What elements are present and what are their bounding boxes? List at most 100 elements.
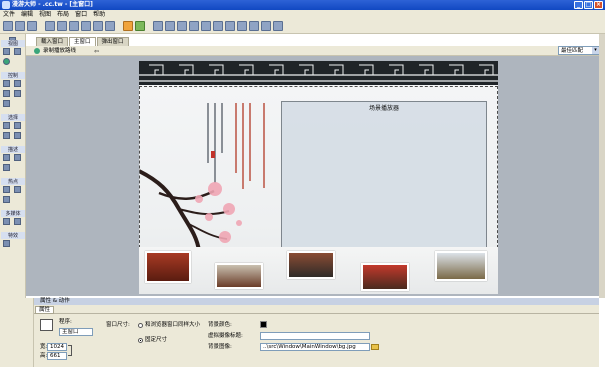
section-select: 选择 [1, 114, 25, 121]
align-right-icon[interactable] [177, 21, 187, 31]
distribute-icon[interactable] [261, 21, 271, 31]
lattice-border [139, 61, 498, 85]
menu-help[interactable]: 帮助 [93, 10, 105, 19]
hotspot-tool-2-icon[interactable] [14, 186, 21, 193]
section-control: 控制 [1, 72, 25, 79]
select-tool-4-icon[interactable] [14, 132, 21, 139]
undo-icon[interactable] [93, 21, 103, 31]
menu-bar: 文件 编辑 视图 布局 窗口 帮助 [0, 10, 605, 19]
thumbnail-photo[interactable] [435, 251, 487, 281]
window-title: 漫游大师 - .cc.tw - [主窗口] [12, 1, 93, 8]
fixed-size-label: 固定尺寸 [145, 337, 168, 343]
menu-edit[interactable]: 编辑 [21, 10, 33, 19]
copy-icon[interactable] [57, 21, 67, 31]
control-tool-icon[interactable] [3, 80, 10, 87]
menu-layout[interactable]: 布局 [57, 10, 69, 19]
hotspot-tool-3-icon[interactable] [3, 196, 10, 203]
new-icon[interactable] [3, 21, 13, 31]
hotspot-tool-icon[interactable] [3, 186, 10, 193]
text-tool-icon[interactable] [3, 154, 10, 161]
tab-properties[interactable]: 属性 [35, 306, 55, 314]
section-effects: 特效 [1, 232, 25, 239]
open-icon[interactable] [15, 21, 25, 31]
redo-icon[interactable] [105, 21, 115, 31]
save-icon[interactable] [27, 21, 37, 31]
maximize-button[interactable]: □ [584, 1, 593, 9]
width-field[interactable]: 1024 [47, 343, 67, 351]
align-middle-icon[interactable] [201, 21, 211, 31]
control-tool-2-icon[interactable] [14, 80, 21, 87]
align-top-icon[interactable] [189, 21, 199, 31]
fit-mode-select[interactable]: 最佳匹配 ▾ [558, 46, 600, 55]
properties-tabbar: 属性 [34, 305, 599, 314]
bg-image-label: 背景图像: [208, 344, 232, 350]
radio-fixed-size[interactable] [138, 338, 143, 343]
stage-window[interactable]: 场景播放器 [139, 61, 498, 294]
thumbnail-photo[interactable] [287, 251, 335, 279]
folder-icon[interactable] [371, 344, 379, 350]
publish-icon[interactable] [135, 21, 145, 31]
record-path-label[interactable]: 录制播放路线 [43, 46, 76, 56]
sub-toolbar: 录制播放路线 ⇦ [26, 46, 605, 56]
tab-main-window[interactable]: 主窗口 [69, 37, 96, 46]
window-name-field[interactable]: 主窗口 [59, 328, 93, 336]
bg-image-path-field[interactable]: ..\src\Window\MainWindow\bg.jpg [260, 343, 370, 351]
media-tool-icon[interactable] [3, 218, 10, 225]
same-width-icon[interactable] [225, 21, 235, 31]
view-tool-icon[interactable] [3, 48, 10, 55]
preview-icon[interactable] [123, 21, 133, 31]
thumbnail-photo[interactable] [361, 263, 409, 291]
control-tool-4-icon[interactable] [14, 90, 21, 97]
thumbnail-photo[interactable] [145, 251, 191, 283]
virtual-camera-field[interactable] [260, 332, 370, 340]
media-tool-2-icon[interactable] [14, 218, 21, 225]
align-bottom-icon[interactable] [213, 21, 223, 31]
delete-icon[interactable] [81, 21, 91, 31]
vertical-scrollbar[interactable] [599, 34, 605, 298]
view-tool-2-icon[interactable] [14, 48, 21, 55]
virtual-camera-label: 虚拟摄像标题: [208, 333, 243, 339]
menu-file[interactable]: 文件 [3, 10, 15, 19]
image-tool-icon[interactable] [14, 154, 21, 161]
main-toolbar [0, 19, 605, 34]
link-aspect-icon[interactable] [68, 345, 72, 356]
section-view: 视图 [1, 40, 25, 47]
stage-guide [139, 86, 498, 248]
fit-mode-value: 最佳匹配 [561, 48, 584, 54]
same-size-icon[interactable] [249, 21, 259, 31]
cut-icon[interactable] [45, 21, 55, 31]
thumbnail-photo[interactable] [215, 263, 263, 289]
title-bar: 漫游大师 - .cc.tw - [主窗口] _ □ × [0, 0, 605, 10]
describe-tool-3-icon[interactable] [3, 164, 10, 171]
properties-header-label: 属性 & 动作 [40, 298, 70, 304]
control-tool-5-icon[interactable] [3, 100, 10, 107]
grid-icon[interactable] [273, 21, 283, 31]
height-field[interactable]: 661 [47, 352, 67, 360]
record-icon[interactable] [34, 48, 40, 54]
bg-color-swatch[interactable] [260, 321, 267, 328]
radio-browser-size[interactable] [138, 323, 143, 328]
program-label: 程序: [59, 319, 72, 325]
globe-icon[interactable] [3, 58, 10, 65]
menu-view[interactable]: 视图 [39, 10, 51, 19]
chevron-down-icon[interactable]: ▾ [592, 47, 599, 54]
effect-tool-icon[interactable] [3, 240, 10, 247]
window-tabs: 载入窗口 主窗口 弹出窗口 [26, 37, 129, 46]
tab-load-window[interactable]: 载入窗口 [36, 37, 69, 46]
tab-popup-window[interactable]: 弹出窗口 [96, 37, 129, 46]
align-center-icon[interactable] [165, 21, 175, 31]
same-height-icon[interactable] [237, 21, 247, 31]
control-tool-3-icon[interactable] [3, 90, 10, 97]
thumbnail-strip [139, 247, 498, 294]
menu-window[interactable]: 窗口 [75, 10, 87, 19]
select-tool-2-icon[interactable] [14, 122, 21, 129]
select-tool-3-icon[interactable] [3, 132, 10, 139]
app-icon [2, 1, 10, 9]
paste-icon[interactable] [69, 21, 79, 31]
browser-size-label: 和浏览器窗口同样大小 [145, 322, 201, 328]
window-preview-icon [40, 319, 53, 331]
close-button[interactable]: × [594, 1, 603, 9]
minimize-button[interactable]: _ [574, 1, 583, 9]
align-left-icon[interactable] [153, 21, 163, 31]
select-tool-icon[interactable] [3, 122, 10, 129]
